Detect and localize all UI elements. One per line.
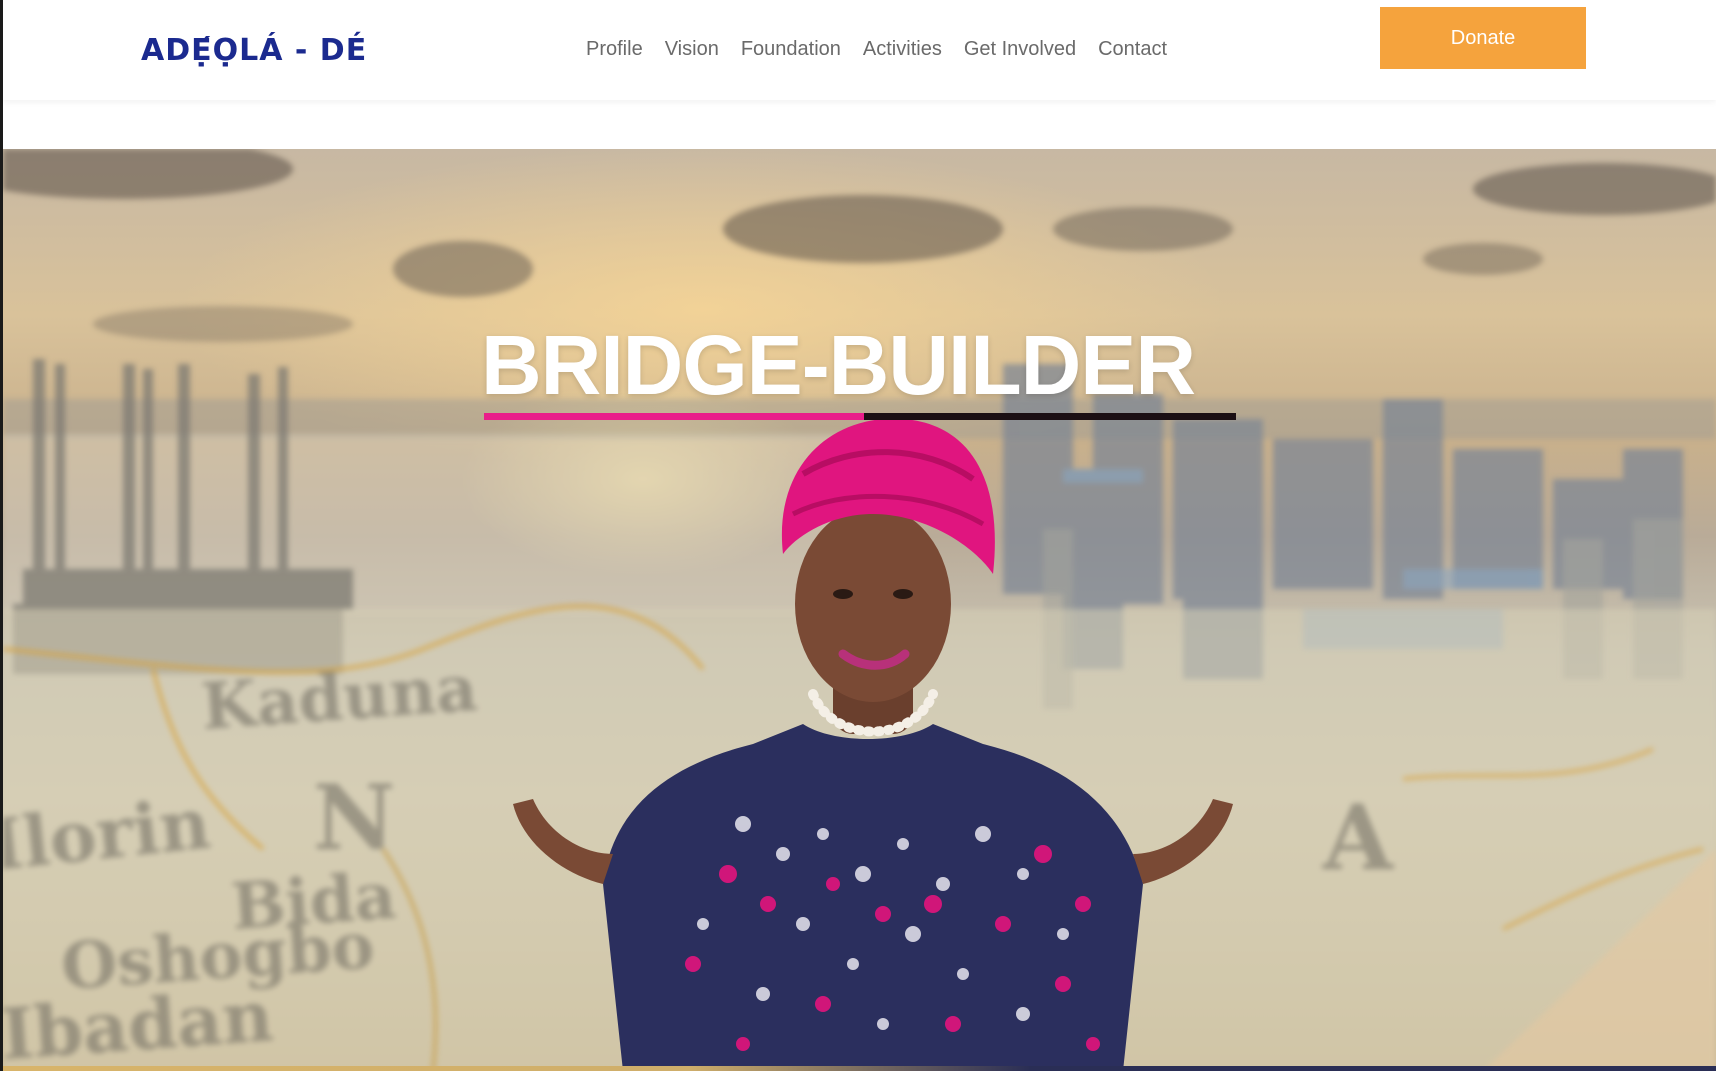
donate-button[interactable]: Donate bbox=[1380, 7, 1586, 69]
svg-text:N: N bbox=[313, 765, 395, 871]
svg-text:A: A bbox=[1322, 785, 1394, 891]
title-underline bbox=[484, 413, 1236, 420]
nav-profile[interactable]: Profile bbox=[575, 34, 654, 64]
bottom-strip bbox=[3, 1066, 1716, 1071]
underline-pink-segment bbox=[484, 413, 864, 420]
site-logo[interactable]: ADẸ́ỌLÁ - DÉ bbox=[141, 28, 367, 72]
hero-banner: Kaduna N A Ilorin Bida Oshogbo Ibadan BR… bbox=[3, 149, 1716, 1071]
nav-activities[interactable]: Activities bbox=[852, 34, 953, 64]
window-edge bbox=[0, 0, 3, 1071]
underline-dark-segment bbox=[864, 413, 1236, 420]
hero-title: BRIDGE-BUILDER bbox=[481, 318, 1196, 412]
portrait-image bbox=[513, 418, 1233, 1071]
nav-vision[interactable]: Vision bbox=[654, 34, 730, 64]
site-header: ADẸ́ỌLÁ - DÉ Profile Vision Foundation A… bbox=[3, 0, 1716, 100]
nav-contact[interactable]: Contact bbox=[1087, 34, 1178, 64]
main-nav: Profile Vision Foundation Activities Get… bbox=[575, 34, 1178, 64]
nav-foundation[interactable]: Foundation bbox=[730, 34, 852, 64]
page: ADẸ́ỌLÁ - DÉ Profile Vision Foundation A… bbox=[0, 0, 1716, 1071]
nav-get-involved[interactable]: Get Involved bbox=[953, 34, 1087, 64]
